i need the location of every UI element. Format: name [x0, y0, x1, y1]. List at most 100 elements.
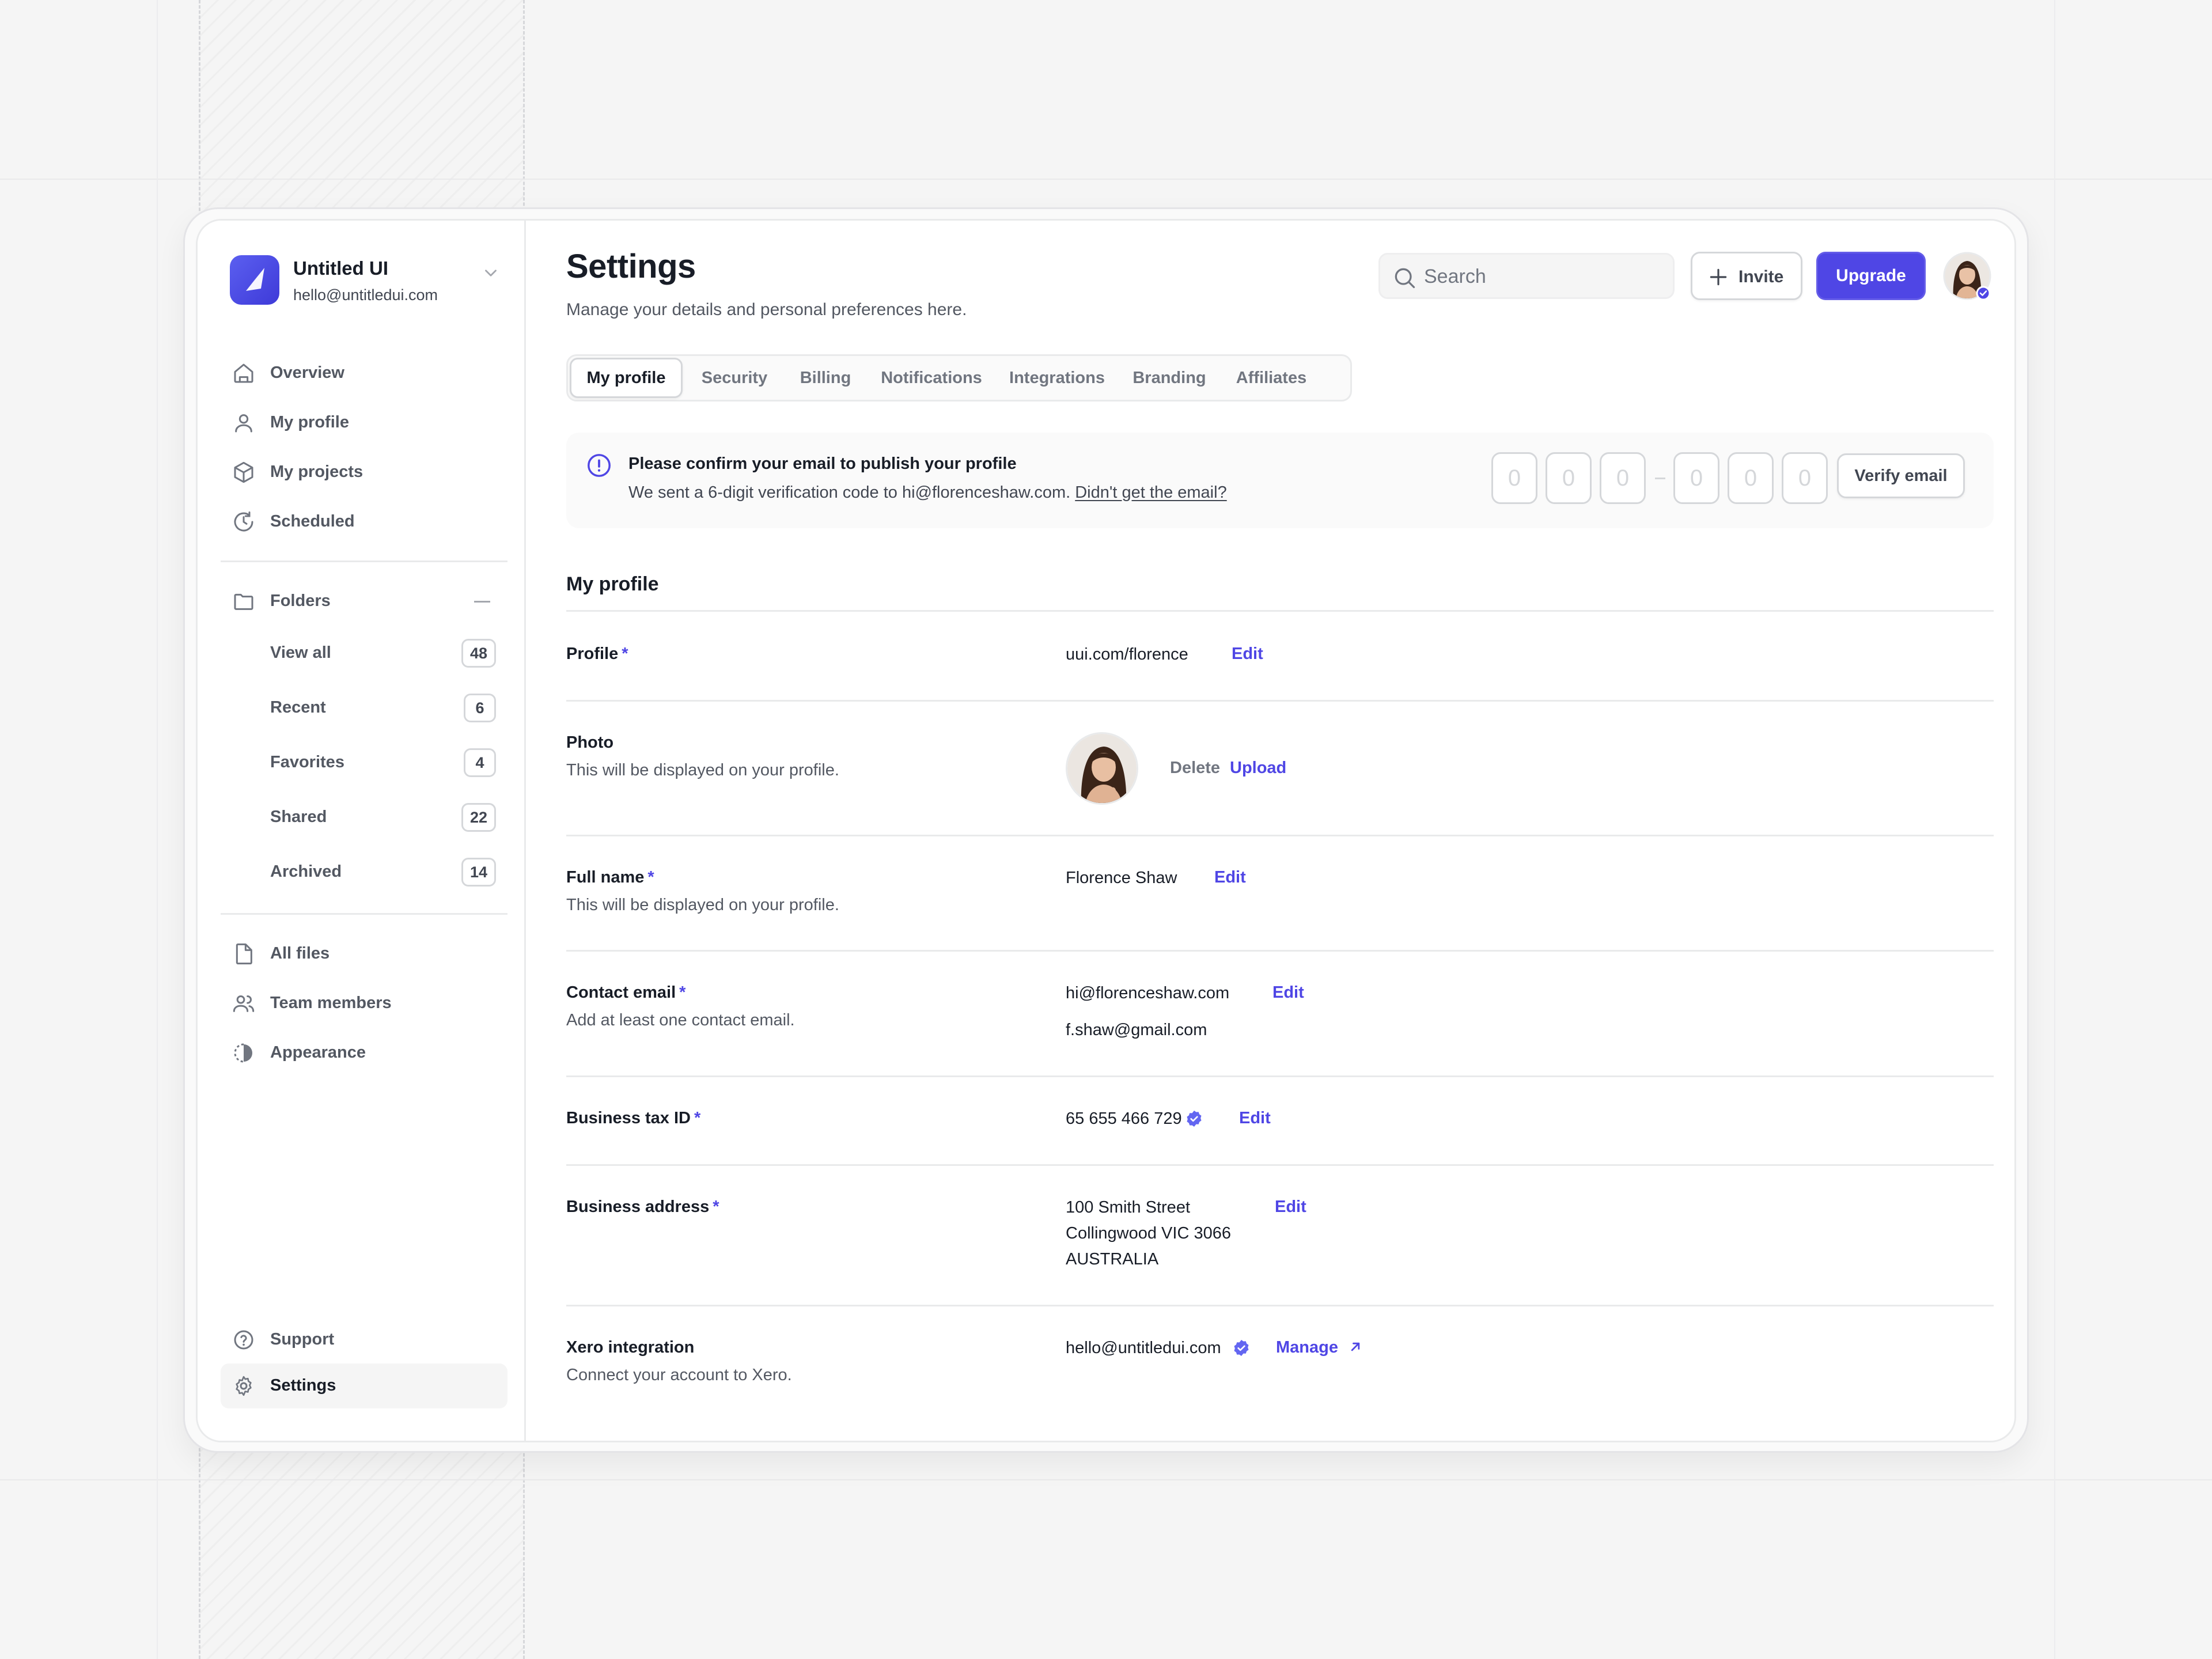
- page-subtitle: Manage your details and personal prefere…: [566, 300, 967, 319]
- nav-item-all-files[interactable]: All files: [221, 931, 507, 976]
- home-icon: [234, 363, 253, 383]
- nav-label: Settings: [270, 1376, 336, 1395]
- workspace-email: hello@untitledui.com: [293, 286, 438, 304]
- nav-item-settings[interactable]: Settings: [221, 1363, 507, 1408]
- verified-badge-icon: [1187, 1111, 1202, 1127]
- folder-item-view-all[interactable]: View all 48: [221, 631, 507, 676]
- chevron-down-icon[interactable]: [481, 263, 501, 283]
- manage-xero-button[interactable]: Manage: [1276, 1338, 1363, 1357]
- search-box[interactable]: [1378, 253, 1675, 299]
- code-digit-4[interactable]: 0: [1673, 452, 1719, 504]
- divider: [566, 610, 1994, 612]
- contrast-icon: [234, 1043, 252, 1063]
- verify-email-button[interactable]: Verify email: [1837, 453, 1965, 498]
- users-icon: [233, 995, 255, 1012]
- code-digit-5[interactable]: 0: [1728, 452, 1774, 504]
- collapse-icon[interactable]: [474, 601, 490, 603]
- sidebar-divider: [221, 560, 507, 562]
- edit-tax-id-button[interactable]: Edit: [1239, 1109, 1271, 1128]
- code-digit-1[interactable]: 0: [1491, 452, 1537, 504]
- required-mark: *: [713, 1198, 719, 1216]
- nav-item-overview[interactable]: Overview: [221, 351, 507, 396]
- required-mark: *: [679, 983, 686, 1002]
- edit-contact-email-button[interactable]: Edit: [1272, 983, 1304, 1002]
- search-input[interactable]: [1424, 263, 1666, 290]
- nav-item-folders[interactable]: Folders: [221, 579, 507, 624]
- alert-message: We sent a 6-digit verification code to h…: [628, 483, 1071, 502]
- nav-item-my-profile[interactable]: My profile: [221, 400, 507, 445]
- section-title: My profile: [566, 573, 659, 595]
- clock-icon: [234, 511, 253, 532]
- info-icon: [588, 454, 611, 477]
- business-address-label: Business address *: [566, 1198, 719, 1217]
- folder-item-shared[interactable]: Shared 22: [221, 795, 507, 840]
- logo-icon: [246, 268, 264, 291]
- avatar: [1943, 252, 1991, 301]
- folder-item-archived[interactable]: Archived 14: [221, 850, 507, 895]
- page-title: Settings: [566, 248, 696, 285]
- divider: [566, 835, 1994, 836]
- field-label: Business tax ID: [566, 1109, 691, 1127]
- nav-label: Overview: [270, 363, 344, 382]
- folder-item-recent[interactable]: Recent 6: [221, 685, 507, 730]
- profile-url-value: uui.com/florence: [1066, 645, 1188, 664]
- code-digit-3[interactable]: 0: [1600, 452, 1646, 504]
- tab-notifications[interactable]: Notifications: [868, 358, 995, 398]
- folder-label: Shared: [270, 808, 327, 826]
- delete-photo-button[interactable]: Delete: [1170, 759, 1220, 778]
- edit-profile-url-button[interactable]: Edit: [1232, 645, 1263, 664]
- address-line-3: AUSTRALIA: [1066, 1250, 1159, 1268]
- divider: [566, 950, 1994, 952]
- code-digit-2[interactable]: 0: [1546, 452, 1592, 504]
- nav-item-scheduled[interactable]: Scheduled: [221, 499, 507, 544]
- nav-label: Team members: [270, 994, 392, 1012]
- photo-label: Photo: [566, 733, 614, 752]
- tab-security[interactable]: Security: [686, 358, 783, 398]
- edit-full-name-button[interactable]: Edit: [1214, 868, 1246, 887]
- nav-label: My projects: [270, 463, 363, 481]
- tab-integrations[interactable]: Integrations: [995, 358, 1119, 398]
- tab-my-profile[interactable]: My profile: [570, 358, 683, 398]
- contact-email-description: Add at least one contact email.: [566, 1011, 795, 1029]
- sidebar: Untitled UI hello@untitledui.com Overvie…: [198, 221, 526, 1441]
- nav-item-team-members[interactable]: Team members: [221, 981, 507, 1026]
- divider: [566, 1075, 1994, 1077]
- folder-label: View all: [270, 643, 331, 662]
- code-separator: [1655, 478, 1665, 479]
- upgrade-button[interactable]: Upgrade: [1816, 252, 1926, 300]
- nav-item-my-projects[interactable]: My projects: [221, 450, 507, 495]
- nav-label: Appearance: [270, 1043, 366, 1062]
- nav-item-appearance[interactable]: Appearance: [221, 1031, 507, 1075]
- user-avatar[interactable]: [1943, 252, 1991, 301]
- tab-branding[interactable]: Branding: [1119, 358, 1219, 398]
- main-content: Settings Manage your details and persona…: [526, 221, 2014, 1441]
- divider: [566, 1305, 1994, 1306]
- full-name-description: This will be displayed on your profile.: [566, 896, 839, 914]
- folder-item-favorites[interactable]: Favorites 4: [221, 740, 507, 785]
- edit-address-button[interactable]: Edit: [1275, 1198, 1306, 1217]
- tab-affiliates[interactable]: Affiliates: [1219, 358, 1323, 398]
- file-icon: [236, 943, 252, 965]
- folder-label: Favorites: [270, 753, 344, 771]
- alert-title: Please confirm your email to publish you…: [628, 454, 1017, 473]
- guide-line: [2054, 0, 2055, 1659]
- user-icon: [235, 414, 252, 433]
- field-label: Business address: [566, 1198, 710, 1216]
- xero-account-value: hello@untitledui.com: [1066, 1339, 1221, 1357]
- count-badge: 6: [464, 694, 496, 722]
- invite-button[interactable]: Invite: [1691, 252, 1802, 300]
- field-label: Profile: [566, 645, 619, 663]
- resend-email-link[interactable]: Didn't get the email?: [1075, 483, 1226, 502]
- guide-line: [0, 1479, 2212, 1480]
- full-name-label: Full name *: [566, 868, 654, 887]
- tab-billing[interactable]: Billing: [783, 358, 868, 398]
- code-digit-6[interactable]: 0: [1782, 452, 1828, 504]
- folder-label: Archived: [270, 862, 342, 881]
- alert-text: We sent a 6-digit verification code to h…: [628, 483, 1227, 502]
- workspace-switcher[interactable]: Untitled UI hello@untitledui.com: [230, 255, 506, 307]
- verified-badge-icon: [1234, 1340, 1249, 1356]
- verify-email-alert: Please confirm your email to publish you…: [566, 433, 1994, 528]
- contact-email-label: Contact email *: [566, 983, 685, 1002]
- upload-photo-button[interactable]: Upload: [1230, 759, 1286, 778]
- nav-item-support[interactable]: Support: [221, 1317, 507, 1362]
